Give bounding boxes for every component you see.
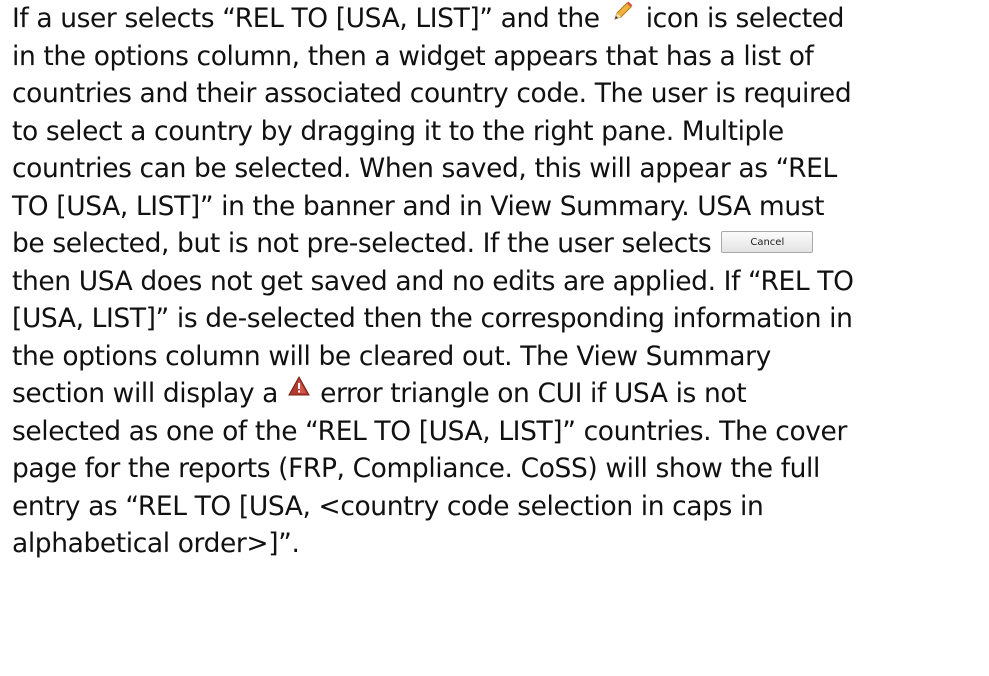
cancel-button: Cancel bbox=[721, 230, 814, 253]
text-line-9: [USA, LIST]” is de-selected then the cor… bbox=[12, 303, 853, 334]
text-line-13: page for the reports (FRP, Compliance. C… bbox=[12, 453, 820, 484]
text-line-15: alphabetical order>]”. bbox=[12, 528, 300, 559]
text-line-7a: be selected, but is not pre-selected. If… bbox=[12, 228, 712, 259]
text-line-11b: error triangle on CUI if USA is not bbox=[320, 378, 747, 409]
pencil-icon bbox=[608, 0, 638, 39]
text-line-14: entry as “REL TO [USA, <country code sel… bbox=[12, 490, 764, 522]
text-line-3: countries and their associated country c… bbox=[12, 78, 852, 109]
text-line-10: the options column will be cleared out. … bbox=[12, 340, 771, 372]
text-line-8: then USA does not get saved and no edits… bbox=[12, 265, 854, 297]
text-line-2: in the options column, then a widget app… bbox=[12, 40, 814, 72]
text-line-11: section will display a error triangle on… bbox=[12, 375, 984, 413]
text-line-1a: If a user selects “REL TO [USA, LIST]” a… bbox=[12, 3, 600, 34]
text-line-1: If a user selects “REL TO [USA, LIST]” a… bbox=[12, 0, 984, 38]
text-line-1b: icon is selected bbox=[645, 3, 845, 34]
instruction-paragraph: If a user selects “REL TO [USA, LIST]” a… bbox=[12, 0, 984, 563]
text-line-7: be selected, but is not pre-selected. If… bbox=[12, 225, 984, 263]
text-line-5: countries can be selected. When saved, t… bbox=[12, 153, 837, 184]
text-line-6: TO [USA, LIST]” in the banner and in Vie… bbox=[12, 190, 825, 222]
error-triangle-icon bbox=[286, 375, 312, 414]
text-line-4: to select a country by dragging it to th… bbox=[12, 115, 784, 147]
text-line-12: selected as one of the “REL TO [USA, LIS… bbox=[12, 415, 847, 447]
text-line-11a: section will display a bbox=[12, 378, 279, 409]
